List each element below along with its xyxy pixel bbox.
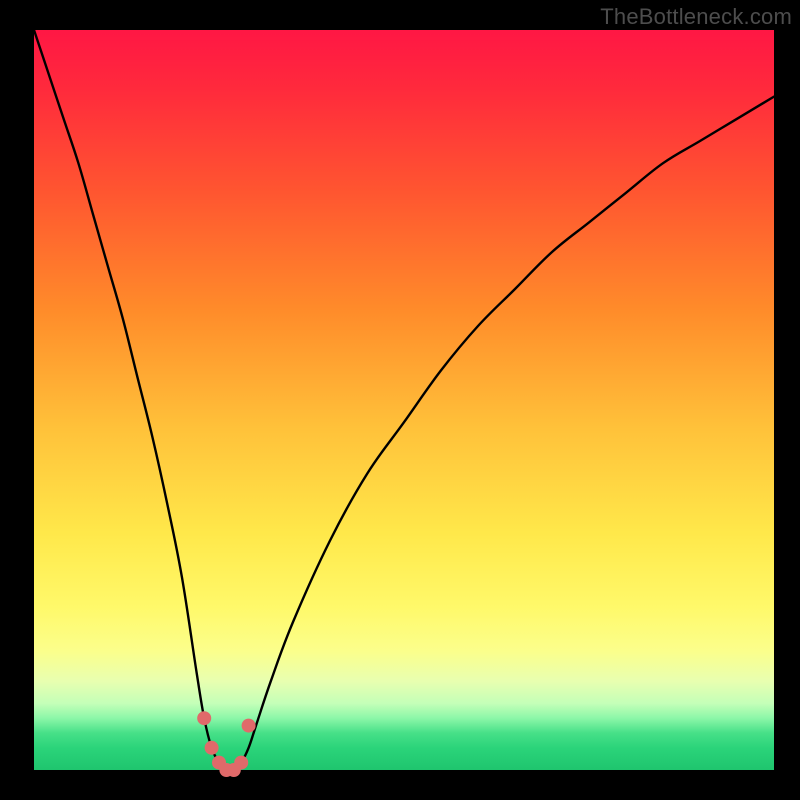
- highlight-dot: [234, 756, 248, 770]
- highlight-dot: [197, 711, 211, 725]
- bottleneck-curve: [34, 30, 774, 771]
- chart-frame: TheBottleneck.com: [0, 0, 800, 800]
- curve-layer: [0, 0, 800, 800]
- highlight-dot: [242, 719, 256, 733]
- highlight-dot: [205, 741, 219, 755]
